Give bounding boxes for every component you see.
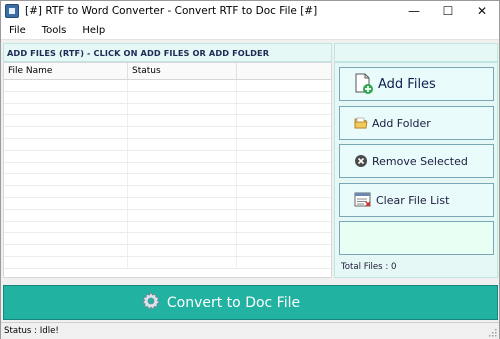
column-status[interactable]: Status — [128, 63, 237, 79]
files-panel-header: ADD FILES (RTF) - CLICK ON ADD FILES OR … — [3, 43, 332, 62]
table-row — [4, 174, 331, 187]
close-button[interactable]: ✕ — [465, 1, 499, 21]
remove-icon — [354, 154, 368, 168]
empty-action-slot — [339, 221, 494, 255]
add-files-label: Add Files — [378, 76, 436, 92]
table-row — [4, 150, 331, 163]
total-files-count: Total Files : 0 — [341, 262, 397, 272]
actions-panel: Add Files Add Folder Remove Selected Cle… — [334, 62, 498, 278]
window-title: [#] RTF to Word Converter - Convert RTF … — [25, 5, 318, 17]
column-file-name[interactable]: File Name — [4, 63, 128, 79]
resize-grip-icon[interactable] — [487, 327, 497, 337]
menu-help[interactable]: Help — [74, 25, 113, 36]
app-window: [#] RTF to Word Converter - Convert RTF … — [0, 0, 500, 339]
status-text: Status : Idle! — [4, 326, 59, 336]
table-row — [4, 138, 331, 151]
table-row — [4, 233, 331, 246]
window-controls: — ☐ ✕ — [397, 1, 499, 21]
table-row — [4, 221, 331, 234]
table-row — [4, 256, 331, 269]
table-row — [4, 197, 331, 210]
menu-tools[interactable]: Tools — [34, 25, 75, 36]
clear-list-icon — [354, 192, 372, 208]
gear-icon — [141, 291, 161, 315]
clear-file-list-label: Clear File List — [376, 193, 450, 207]
menu-file[interactable]: File — [1, 25, 34, 36]
convert-button[interactable]: Convert to Doc File — [3, 285, 498, 320]
grid-header: File Name Status — [4, 63, 331, 80]
app-icon — [5, 4, 19, 18]
table-row — [4, 127, 331, 139]
column-empty — [237, 63, 331, 79]
file-list-grid[interactable]: File Name Status — [3, 62, 332, 278]
clear-file-list-button[interactable]: Clear File List — [339, 183, 494, 217]
grid-rows — [4, 80, 331, 277]
title-bar: [#] RTF to Word Converter - Convert RTF … — [1, 1, 499, 21]
add-file-icon — [354, 73, 374, 95]
remove-selected-button[interactable]: Remove Selected — [339, 144, 494, 178]
table-row — [4, 186, 331, 198]
actions-panel-header — [334, 43, 498, 62]
remove-selected-label: Remove Selected — [372, 154, 468, 168]
table-row — [4, 245, 331, 257]
table-row — [4, 91, 331, 104]
menu-bar: File Tools Help — [1, 21, 499, 40]
add-folder-button[interactable]: Add Folder — [339, 106, 494, 140]
table-row — [4, 103, 331, 116]
minimize-button[interactable]: — — [397, 1, 431, 21]
table-row — [4, 80, 331, 92]
convert-label: Convert to Doc File — [166, 294, 301, 311]
add-files-button[interactable]: Add Files — [339, 67, 494, 101]
status-bar: Status : Idle! — [1, 322, 499, 339]
add-folder-label: Add Folder — [372, 116, 431, 130]
table-row — [4, 162, 331, 175]
table-row — [4, 115, 331, 128]
files-panel-title: ADD FILES (RTF) - CLICK ON ADD FILES OR … — [7, 47, 270, 58]
maximize-button[interactable]: ☐ — [431, 1, 465, 21]
folder-icon — [354, 116, 368, 130]
table-row — [4, 209, 331, 222]
